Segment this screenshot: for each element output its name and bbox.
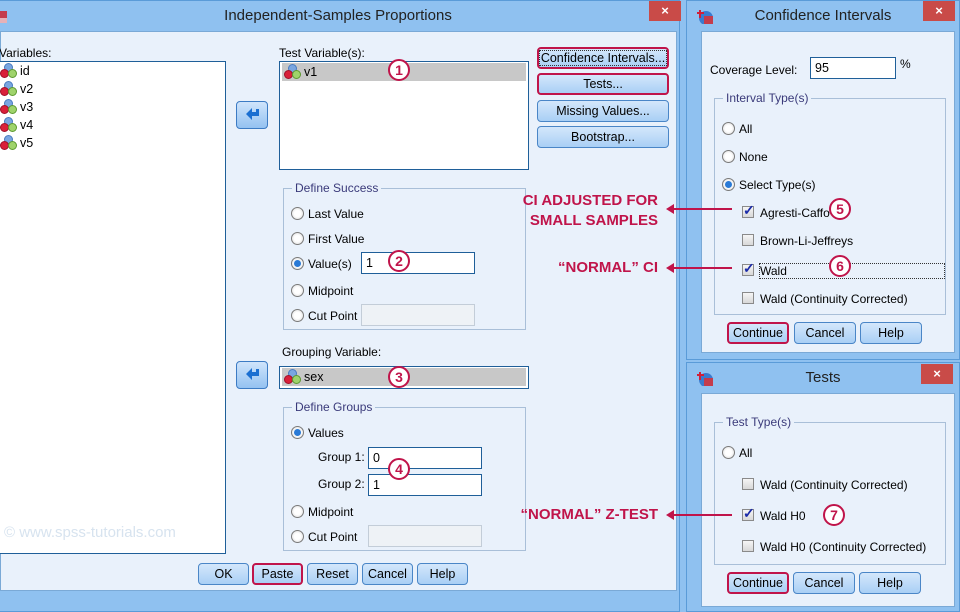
variable-icon bbox=[284, 64, 302, 80]
variable-item[interactable]: v2 bbox=[0, 80, 225, 98]
test-type-group: Test Type(s) All Wald (Continuity Correc… bbox=[714, 415, 946, 565]
test-wald-continuity-checkbox[interactable]: Wald (Continuity Corrected) bbox=[742, 478, 908, 492]
annotation-badge-2: 2 bbox=[388, 250, 410, 272]
success-cut-point-input[interactable] bbox=[361, 304, 475, 326]
group2-input[interactable]: 1 bbox=[368, 474, 482, 496]
reset-button[interactable]: Reset bbox=[307, 563, 358, 585]
tests-dialog-title: Tests bbox=[805, 369, 841, 386]
checkmark-icon: ✓ bbox=[743, 202, 755, 218]
variables-list[interactable]: id v2 v3 v4 v5 © www.spss-tutorials.com bbox=[0, 61, 226, 554]
brown-li-jeffreys-checkbox[interactable]: Brown-Li-Jeffreys bbox=[742, 234, 853, 248]
annotation-arrow bbox=[666, 510, 732, 520]
variable-icon bbox=[0, 135, 18, 151]
wald-continuity-checkbox[interactable]: Wald (Continuity Corrected) bbox=[742, 292, 908, 306]
bootstrap-button[interactable]: Bootstrap... bbox=[537, 126, 669, 148]
variable-icon bbox=[0, 117, 18, 133]
variable-item[interactable]: v5 bbox=[0, 134, 225, 152]
watermark: © www.spss-tutorials.com bbox=[4, 524, 176, 541]
tests-close-button[interactable]: × bbox=[921, 364, 953, 384]
group-cut-point-radio[interactable]: Cut Point bbox=[291, 530, 357, 544]
confidence-intervals-button[interactable]: Confidence Intervals... bbox=[537, 47, 669, 69]
ci-cancel-button[interactable]: Cancel bbox=[794, 322, 856, 344]
group-values-radio[interactable]: Values bbox=[291, 426, 344, 440]
ci-all-radio[interactable]: All bbox=[722, 122, 752, 136]
values-radio[interactable]: Value(s) bbox=[291, 257, 352, 271]
tests-cancel-button[interactable]: Cancel bbox=[793, 572, 855, 594]
spss-app-icon bbox=[0, 11, 7, 23]
coverage-level-label: Coverage Level: bbox=[710, 63, 798, 77]
main-dialog-title: Independent-Samples Proportions bbox=[224, 7, 452, 24]
ci-dialog-title: Confidence Intervals bbox=[754, 7, 892, 24]
group2-label: Group 2: bbox=[318, 477, 365, 491]
variable-item[interactable]: id bbox=[0, 62, 225, 80]
tests-all-radio[interactable]: All bbox=[722, 446, 752, 460]
ci-continue-button[interactable]: Continue bbox=[727, 322, 789, 344]
group-midpoint-radio[interactable]: Midpoint bbox=[291, 505, 353, 519]
ci-help-button[interactable]: Help bbox=[860, 322, 922, 344]
variable-icon bbox=[0, 63, 18, 79]
variable-icon bbox=[0, 99, 18, 115]
define-groups-group: Define Groups Values Group 1: 0 Group 2:… bbox=[283, 400, 526, 551]
checkmark-icon: ✓ bbox=[743, 260, 755, 276]
move-test-variable-button[interactable] bbox=[236, 101, 268, 129]
annotation-badge-4: 4 bbox=[388, 458, 410, 480]
agresti-caffo-checkbox[interactable]: ✓ Agresti-Caffo bbox=[742, 202, 830, 220]
paste-button[interactable]: Paste bbox=[252, 563, 303, 585]
annotation-arrow bbox=[666, 263, 732, 273]
test-type-title: Test Type(s) bbox=[723, 415, 795, 429]
variable-item[interactable]: v3 bbox=[0, 98, 225, 116]
help-button[interactable]: Help bbox=[417, 563, 468, 585]
group1-label: Group 1: bbox=[318, 450, 365, 464]
last-value-radio[interactable]: Last Value bbox=[291, 207, 364, 221]
annotation-badge-5: 5 bbox=[829, 198, 851, 220]
annotation-badge-3: 3 bbox=[388, 366, 410, 388]
checkmark-icon: ✓ bbox=[743, 505, 755, 521]
missing-values-button[interactable]: Missing Values... bbox=[537, 100, 669, 122]
ok-button[interactable]: OK bbox=[198, 563, 249, 585]
percent-sign: % bbox=[900, 57, 911, 71]
interval-type-title: Interval Type(s) bbox=[723, 91, 812, 105]
wald-h0-continuity-checkbox[interactable]: Wald H0 (Continuity Corrected) bbox=[742, 540, 926, 554]
annotation-normal-ztest: “NORMAL” Z-TEST bbox=[520, 506, 658, 523]
ci-none-radio[interactable]: None bbox=[722, 150, 768, 164]
success-value-input[interactable]: 1 bbox=[361, 252, 475, 274]
coverage-level-input[interactable]: 95 bbox=[810, 57, 896, 79]
group1-input[interactable]: 0 bbox=[368, 447, 482, 469]
variable-icon bbox=[0, 81, 18, 97]
test-variables-label: Test Variable(s): bbox=[279, 46, 365, 60]
variable-icon bbox=[284, 369, 302, 385]
define-groups-title: Define Groups bbox=[292, 400, 376, 414]
tests-dialog-body: Test Type(s) All Wald (Continuity Correc… bbox=[701, 393, 955, 607]
ci-dialog-body: Coverage Level: 95 % Interval Type(s) Al… bbox=[701, 31, 955, 353]
variables-label: Variables: bbox=[0, 46, 52, 60]
annotation-badge-6: 6 bbox=[829, 255, 851, 277]
arrow-left-icon bbox=[246, 108, 259, 120]
cut-point-radio[interactable]: Cut Point bbox=[291, 309, 357, 323]
annotation-arrow bbox=[666, 204, 732, 214]
cancel-button[interactable]: Cancel bbox=[362, 563, 413, 585]
wald-h0-checkbox[interactable]: ✓ Wald H0 bbox=[742, 505, 806, 523]
variable-item[interactable]: v4 bbox=[0, 116, 225, 134]
ci-select-types-radio[interactable]: Select Type(s) bbox=[722, 178, 815, 192]
first-value-radio[interactable]: First Value bbox=[291, 232, 364, 246]
group-cut-point-input[interactable] bbox=[368, 525, 482, 547]
annotation-ci-small-samples: CI ADJUSTED FOR SMALL SAMPLES bbox=[522, 192, 658, 229]
tests-continue-button[interactable]: Continue bbox=[727, 572, 789, 594]
tests-help-button[interactable]: Help bbox=[859, 572, 921, 594]
move-grouping-variable-button[interactable] bbox=[236, 361, 268, 389]
tests-button[interactable]: Tests... bbox=[537, 73, 669, 95]
ci-close-button[interactable]: × bbox=[923, 1, 955, 21]
main-close-button[interactable]: × bbox=[649, 1, 681, 21]
arrow-left-icon bbox=[246, 368, 259, 380]
annotation-normal-ci: “NORMAL” CI bbox=[558, 259, 658, 276]
grouping-variable-label: Grouping Variable: bbox=[282, 345, 382, 359]
tests-dialog: Tests × Test Type(s) All Wald (Continuit… bbox=[686, 362, 960, 612]
define-success-title: Define Success bbox=[292, 181, 382, 195]
ci-dialog: Confidence Intervals × Coverage Level: 9… bbox=[686, 0, 960, 360]
annotation-badge-1: 1 bbox=[388, 59, 410, 81]
midpoint-radio[interactable]: Midpoint bbox=[291, 284, 353, 298]
annotation-badge-7: 7 bbox=[823, 504, 845, 526]
